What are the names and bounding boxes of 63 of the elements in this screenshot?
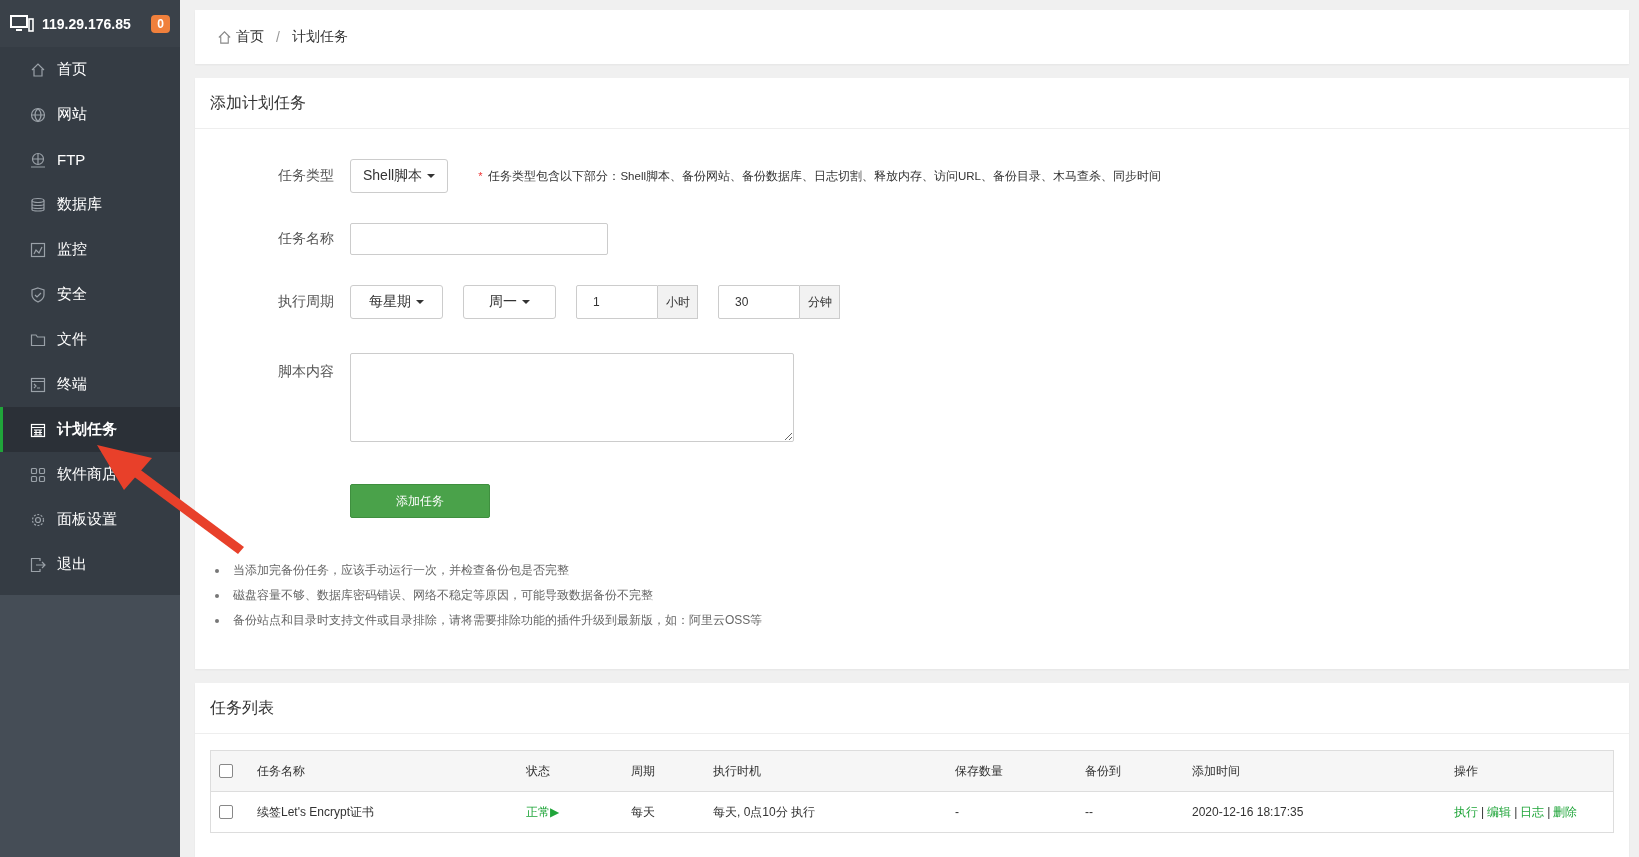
home-icon <box>30 61 46 78</box>
task-name-input[interactable] <box>350 223 608 255</box>
table-cell: 每天, 0点10分 执行 <box>713 804 816 819</box>
settings-icon <box>30 511 46 528</box>
column-header: 执行时机 <box>713 763 761 778</box>
table-cell: - <box>955 805 959 819</box>
sidebar-item[interactable]: 面板设置 <box>0 497 180 542</box>
section-title: 添加计划任务 <box>195 78 1629 129</box>
grid-icon <box>30 466 46 483</box>
column-header: 保存数量 <box>955 763 1003 778</box>
network-globe-icon <box>30 151 46 168</box>
sidebar-item[interactable]: 终端 <box>0 362 180 407</box>
action-separator: | <box>1547 804 1551 819</box>
period-dropdown[interactable]: 周一 <box>463 285 556 319</box>
table-cell: 续签Let's Encrypt证书 <box>257 804 374 819</box>
breadcrumb-separator: / <box>276 29 280 45</box>
home-icon <box>217 29 232 45</box>
required-mark: * <box>478 170 483 182</box>
sidebar-item[interactable]: 数据库 <box>0 182 180 227</box>
sidebar-item[interactable]: 文件 <box>0 317 180 362</box>
folder-icon <box>30 331 46 348</box>
terminal-icon <box>30 376 46 393</box>
column-header: 状态 <box>526 763 550 778</box>
sidebar-item[interactable]: 首页 <box>0 47 180 92</box>
column-header: 任务名称 <box>257 763 305 778</box>
note-text: 备份站点和目录时支持文件或目录排除，请将需要排除功能的插件升级到最新版，如：阿里云OSS等 <box>233 612 763 629</box>
sidebar-item[interactable]: FTP <box>0 137 180 182</box>
action-separator: | <box>1481 804 1485 819</box>
note-text: 磁盘容量不够、数据库密码错误、网络不稳定等原因，可能导致数据备份不完整 <box>233 587 653 604</box>
sidebar-item[interactable]: 监控 <box>0 227 180 272</box>
sidebar-item[interactable]: 计划任务 <box>0 407 180 452</box>
period-dropdown[interactable]: 每星期 <box>350 285 443 319</box>
unit-label: 分钟 <box>800 285 840 319</box>
time-input[interactable]: 30 <box>718 285 800 319</box>
column-header: 备份到 <box>1085 763 1121 778</box>
column-header: 操作 <box>1454 763 1478 778</box>
note-text: 当添加完备份任务，应该手动运行一次，并检查备份包是否完整 <box>233 562 569 579</box>
section-title: 任务列表 <box>195 683 1629 734</box>
time-input[interactable]: 1 <box>576 285 658 319</box>
table-cell: 2020-12-16 18:17:35 <box>1192 805 1304 819</box>
row-checkbox[interactable] <box>219 805 233 820</box>
globe-icon <box>30 106 46 123</box>
shield-icon <box>30 286 46 303</box>
calendar-icon <box>30 421 46 438</box>
unit-label: 小时 <box>658 285 698 319</box>
column-header: 周期 <box>631 763 655 778</box>
table-cell: 每天 <box>631 804 655 819</box>
select-all-checkbox[interactable] <box>219 764 233 779</box>
chart-icon <box>30 241 46 258</box>
breadcrumb-link[interactable]: 首页 <box>236 28 264 46</box>
sidebar-item[interactable]: 退出 <box>0 542 180 587</box>
server-ip: 119.29.176.85 <box>42 15 132 32</box>
logout-icon <box>30 556 46 573</box>
sidebar-item[interactable]: 安全 <box>0 272 180 317</box>
column-header: 添加时间 <box>1192 763 1240 778</box>
database-icon <box>30 196 46 213</box>
hint-text: 任务类型包含以下部分：Shell脚本、备份网站、备份数据库、日志切割、释放内存、访问URL、备份目录、木马查杀、同步时间 <box>488 168 1161 184</box>
breadcrumb-link[interactable]: 计划任务 <box>291 28 348 46</box>
task-type-dropdown[interactable]: Shell脚本 <box>350 159 449 193</box>
monitor-icon <box>10 14 34 33</box>
table-cell: -- <box>1085 805 1093 819</box>
sidebar-item[interactable]: 网站 <box>0 92 180 137</box>
action-separator: | <box>1514 804 1518 819</box>
